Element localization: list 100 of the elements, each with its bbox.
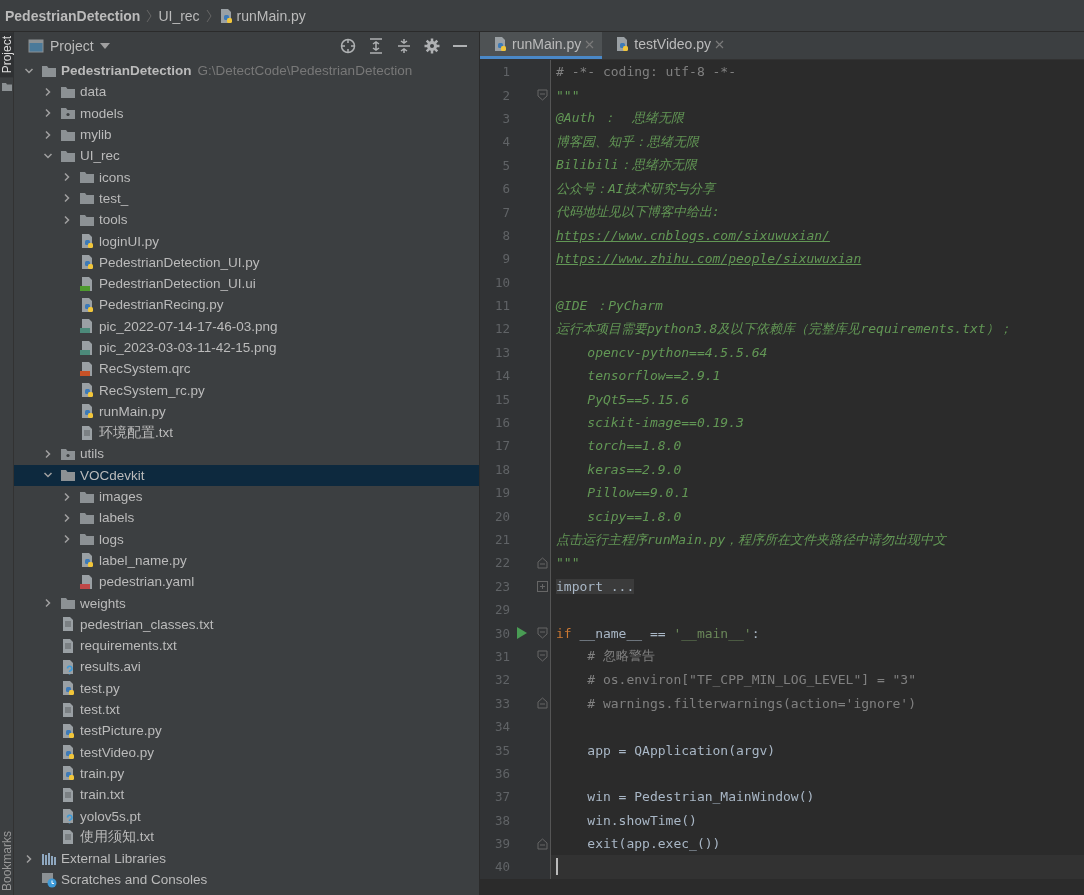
chevron-right-icon[interactable] (43, 86, 53, 97)
breadcrumb-item[interactable]: PedestrianDetection (5, 7, 141, 24)
code-link[interactable]: https://www.zhihu.com/people/sixuwuxian (556, 251, 862, 267)
tree-item[interactable]: UI_rec (14, 145, 479, 167)
tree-item[interactable]: 使用须知.txt (14, 826, 479, 848)
tree-item[interactable]: pic_2023-03-03-11-42-15.png (14, 336, 479, 359)
folder-icon (60, 595, 76, 612)
tree-item[interactable]: 环境配置.txt (14, 422, 479, 444)
tree-item-label: RecSystem.qrc (99, 361, 191, 377)
tree-item-label: 环境配置.txt (99, 423, 173, 442)
tree-item-label: test.py (80, 680, 120, 696)
tree-item[interactable]: train.py (14, 762, 479, 785)
tree-item-label: train.txt (80, 787, 125, 803)
chevron-right-icon[interactable] (62, 172, 72, 183)
folder-icon (60, 446, 76, 462)
tree-item[interactable]: PedestrianRecing.py (14, 294, 479, 316)
tree-item[interactable]: data (14, 81, 479, 103)
panel-title[interactable]: Project (50, 38, 94, 54)
window-icon (28, 38, 44, 54)
code-text: opencv-python==4.5.5.64 (586, 344, 768, 360)
tree-item[interactable]: weights (14, 592, 479, 614)
tree-item-label: 使用须知.txt (80, 828, 154, 847)
code-text: tensorflow==2.9.1 (586, 368, 721, 384)
dropdown-caret-icon[interactable] (99, 43, 110, 49)
tree-item[interactable]: label_name.py (14, 549, 479, 572)
tree-item[interactable]: RecSystem_rc.py (14, 379, 479, 401)
tree-item[interactable]: tools (14, 209, 479, 231)
unfold-icon[interactable] (536, 580, 548, 592)
fold-icon[interactable] (536, 556, 548, 569)
tree-item[interactable]: pic_2022-07-14-17-46-03.png (14, 315, 479, 337)
fold-icon[interactable] (536, 627, 548, 640)
tree-item-label: train.py (80, 765, 125, 781)
tree-item[interactable]: mylib (14, 123, 479, 146)
tree-item[interactable]: PedestrianDetection_UI.py (14, 251, 479, 273)
tree-item[interactable]: testVideo.py (14, 741, 479, 763)
code-link[interactable]: https://www.cnblogs.com/sixuwuxian/ (556, 227, 830, 243)
tree-item[interactable]: models (14, 102, 479, 124)
editor-tab[interactable]: runMain.py (480, 32, 603, 59)
tree-item[interactable]: test.py (14, 677, 479, 699)
tree-item[interactable]: PedestrianDetection_UI.ui (14, 272, 479, 295)
tree-item[interactable]: yolov5s.pt (14, 805, 479, 827)
fold-icon[interactable] (536, 697, 548, 710)
close-icon[interactable] (715, 39, 725, 49)
chevron-right-icon[interactable] (62, 534, 72, 545)
fold-icon[interactable] (536, 837, 548, 850)
code-text: PyQt5==5.15.6 (586, 391, 690, 407)
tree-item[interactable]: pedestrian.yaml (14, 571, 479, 593)
text-file-icon (79, 424, 95, 441)
folded-code[interactable]: import ... (556, 578, 635, 594)
tree-item[interactable]: images (14, 485, 479, 508)
tree-item[interactable]: train.txt (14, 784, 479, 806)
code-text: exit(app.exec_()) (586, 836, 721, 852)
tree-item[interactable]: test_ (14, 187, 479, 210)
breadcrumb-item[interactable]: runMain.py (217, 7, 306, 24)
tree-item[interactable]: requirements.txt (14, 635, 479, 657)
tree-item-label: pic_2022-07-14-17-46-03.png (99, 318, 278, 334)
tree-item[interactable]: icons (14, 166, 479, 188)
tree-item[interactable]: RecSystem.qrc (14, 358, 479, 380)
tree-item[interactable]: testPicture.py (14, 720, 479, 742)
code-text: """ (556, 555, 580, 571)
console-icon (41, 871, 57, 888)
tree-item[interactable]: pedestrian_classes.txt (14, 613, 479, 635)
tree-item[interactable]: runMain.py (14, 400, 479, 423)
editor-tab[interactable]: testVideo.py (602, 32, 733, 59)
tree-item-label: Scratches and Consoles (61, 872, 208, 888)
chevron-right-icon[interactable] (62, 512, 72, 523)
tree-item[interactable]: PedestrianDetection G:\DetectCode\PedestrianDetection (14, 60, 479, 82)
code-text: # 忽略警告 (586, 647, 655, 666)
folder-icon (60, 105, 76, 122)
fold-icon[interactable] (536, 89, 548, 102)
tree-item-label: label_name.py (99, 552, 187, 568)
tree-item[interactable]: loginUI.py (14, 230, 479, 252)
fold-icon[interactable] (536, 650, 548, 663)
tool-window-tab[interactable]: Project (0, 32, 14, 78)
tree-item[interactable]: External Libraries (14, 848, 479, 870)
tree-item[interactable]: logs (14, 528, 479, 550)
tree-item-label: UI_rec (80, 148, 120, 164)
tree-item[interactable]: VOCdevkit (14, 464, 479, 486)
run-icon[interactable] (517, 627, 527, 640)
tree-item[interactable]: utils (14, 443, 479, 465)
tool-window-tab[interactable]: Bookmarks (0, 826, 14, 895)
tree-item[interactable]: test.txt (14, 698, 479, 721)
tree-item[interactable]: results.avi (14, 656, 479, 678)
chevron-right-icon[interactable] (62, 491, 72, 502)
chevron-right-icon[interactable] (62, 193, 72, 204)
folder-icon (60, 467, 76, 484)
code-text: scikit-image==0.19.3 (586, 415, 744, 431)
code-text: scipy==1.8.0 (586, 508, 682, 524)
chevron-right-icon[interactable] (43, 449, 53, 459)
chevron-right-icon[interactable] (62, 214, 72, 225)
tree-item[interactable]: labels (14, 507, 479, 529)
text-file-icon (60, 701, 76, 718)
chevron-right-icon[interactable] (43, 129, 53, 140)
chevron-right-icon[interactable] (24, 853, 34, 864)
tree-item-label: PedestrianRecing.py (99, 297, 224, 313)
breadcrumb-item[interactable]: UI_rec (158, 7, 200, 24)
chevron-right-icon[interactable] (43, 598, 53, 609)
chevron-right-icon[interactable] (43, 108, 53, 119)
python-file-icon (614, 36, 631, 52)
tree-item[interactable]: Scratches and Consoles (14, 869, 479, 891)
